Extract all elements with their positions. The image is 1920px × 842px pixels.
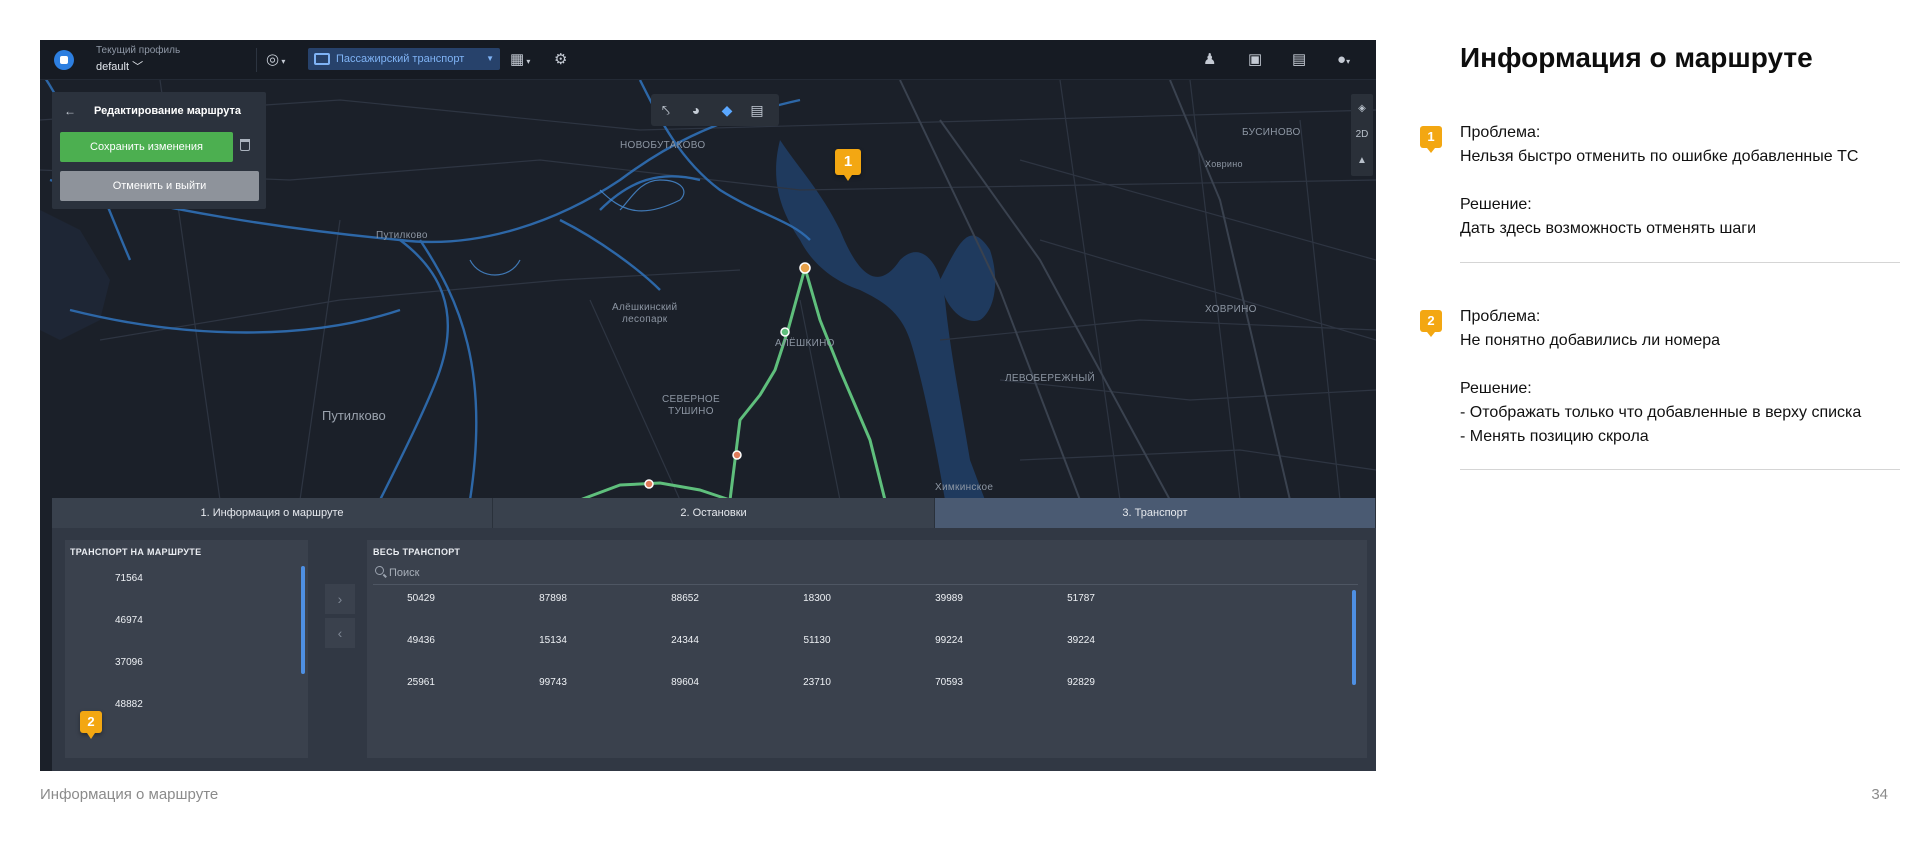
table-cell[interactable]: 99224 bbox=[909, 635, 989, 646]
note-2-solution-label: Решение: bbox=[1460, 380, 1532, 397]
divider bbox=[256, 48, 257, 72]
users-icon[interactable]: ♟ bbox=[1203, 50, 1216, 70]
table-cell[interactable]: 51787 bbox=[1041, 593, 1121, 604]
table-cell[interactable]: 39224 bbox=[1041, 635, 1121, 646]
note-1-problem-label: Проблема: bbox=[1460, 124, 1541, 141]
note-2-problem: Не понятно добавились ли номера bbox=[1460, 332, 1721, 349]
table-cell[interactable]: 99743 bbox=[513, 677, 593, 688]
layers-icon[interactable]: ◈ bbox=[1351, 96, 1373, 122]
speed-gauge-icon[interactable]: ◕ bbox=[687, 101, 705, 119]
note-1-solution-label: Решение: bbox=[1460, 196, 1532, 213]
table-cell[interactable]: 70593 bbox=[909, 677, 989, 688]
cancel-and-exit-button[interactable]: Отменить и выйти bbox=[60, 171, 259, 201]
user-avatar-icon[interactable]: ●▾ bbox=[1337, 50, 1350, 70]
compass-icon[interactable]: ▲ bbox=[1351, 148, 1373, 174]
chevron-down-icon: ▼ bbox=[486, 54, 494, 63]
map-label-khovrino-small: Ховрино bbox=[1205, 159, 1243, 169]
route-branch-icon[interactable]: ⤣ bbox=[657, 101, 675, 119]
annotation-marker-1: 1 bbox=[835, 149, 861, 181]
search-icon bbox=[375, 566, 384, 575]
archive-icon[interactable]: ▣ bbox=[1248, 50, 1262, 70]
table-cell[interactable]: 23710 bbox=[777, 677, 857, 688]
note-divider bbox=[1460, 262, 1900, 263]
mode-2d-toggle[interactable]: 2D bbox=[1351, 122, 1373, 148]
table-cell[interactable]: 92829 bbox=[1041, 677, 1121, 688]
save-changes-button[interactable]: Сохранить изменения bbox=[60, 132, 233, 162]
search-field bbox=[373, 563, 1358, 585]
list-item[interactable]: 48882 bbox=[115, 699, 143, 710]
table-cell[interactable]: 18300 bbox=[777, 593, 857, 604]
table-cell[interactable]: 87898 bbox=[513, 593, 593, 604]
bus-front-icon[interactable]: ▤ bbox=[748, 101, 766, 119]
note-2-problem-label: Проблема: bbox=[1460, 308, 1541, 325]
route-list-scrollbar[interactable] bbox=[301, 566, 305, 674]
app-logo-icon[interactable] bbox=[54, 50, 74, 70]
table-cell[interactable]: 24344 bbox=[645, 635, 725, 646]
table-cell[interactable]: 88652 bbox=[645, 593, 725, 604]
note-divider bbox=[1460, 469, 1900, 470]
map-toolbar: ⤣ ◕ ◆ ▤ bbox=[651, 94, 779, 126]
map-label-khovrino: ХОВРИНО bbox=[1205, 304, 1257, 315]
profile-selector[interactable]: default ﹀ bbox=[96, 58, 143, 74]
edit-panel-title: Редактирование маршрута bbox=[94, 105, 242, 117]
table-cell[interactable]: 25961 bbox=[381, 677, 461, 688]
page-number: 34 bbox=[1871, 786, 1888, 803]
all-transport-table: ВЕСЬ ТРАНСПОРТ 50429 87898 88652 18300 3… bbox=[367, 540, 1367, 758]
back-arrow-icon[interactable]: ← bbox=[64, 104, 76, 118]
note-1-solution: Дать здесь возможность отменять шаги bbox=[1460, 220, 1757, 237]
map-label-busino: БУСИНОВО bbox=[1242, 127, 1301, 138]
map-label-severnoe-tushino: СЕВЕРНОЕ ТУШИНО bbox=[662, 394, 720, 417]
note-2-solution-line-2: - Менять позицию скрола bbox=[1460, 428, 1649, 445]
top-bar: Текущий профиль default ﹀ ◎ ▾ Пассажирск… bbox=[40, 40, 1376, 80]
transport-selector-label: Пассажирский транспорт bbox=[336, 53, 465, 65]
stop-diamond-icon[interactable]: ◆ bbox=[718, 101, 736, 119]
note-1-problem: Нельзя быстро отменить по ошибке добавле… bbox=[1460, 148, 1859, 165]
move-right-button[interactable]: › bbox=[325, 584, 355, 614]
table-cell[interactable]: 39989 bbox=[909, 593, 989, 604]
move-left-button[interactable]: ‹ bbox=[325, 618, 355, 648]
tab-route-info[interactable]: 1. Информация о маршруте bbox=[52, 498, 493, 528]
list-item[interactable]: 37096 bbox=[115, 657, 143, 668]
note-number-1: 1 bbox=[1420, 126, 1442, 153]
route-tabs: 1. Информация о маршруте 2. Остановки 3.… bbox=[52, 498, 1376, 528]
list-item[interactable]: 46974 bbox=[115, 615, 143, 626]
map-label-aleshkinsky-park: Алёшкинский лесопарк bbox=[612, 302, 678, 325]
footer-title: Информация о маршруте bbox=[40, 786, 219, 803]
route-edit-panel: ← Редактирование маршрута Сохранить изме… bbox=[52, 92, 266, 209]
map-label-novobutakovo: НОВОБУТАКОВО bbox=[620, 140, 706, 151]
table-cell[interactable]: 51130 bbox=[777, 635, 857, 646]
note-2-solution-line-1: - Отображать только что добавленные в ве… bbox=[1460, 404, 1862, 421]
search-input[interactable] bbox=[389, 564, 689, 582]
table-cell[interactable]: 89604 bbox=[645, 677, 725, 688]
table-cell[interactable]: 50429 bbox=[381, 593, 461, 604]
note-number-2: 2 bbox=[1420, 310, 1442, 337]
all-transport-title: ВЕСЬ ТРАНСПОРТ bbox=[373, 547, 461, 557]
clipboard-icon[interactable]: ▤ bbox=[1292, 50, 1306, 70]
map-controls: ◈ 2D ▲ bbox=[1351, 94, 1373, 176]
info-title: Информация о маршруте bbox=[1460, 42, 1813, 73]
vehicle-settings-icon[interactable]: ⚙ bbox=[554, 50, 567, 70]
tab-stops[interactable]: 2. Остановки bbox=[493, 498, 935, 528]
table-cell[interactable]: 15134 bbox=[513, 635, 593, 646]
globe-icon[interactable]: ◎ ▾ bbox=[266, 50, 285, 70]
all-transport-scrollbar[interactable] bbox=[1352, 590, 1356, 685]
map-label-aleshkino: АЛЁШКИНО bbox=[775, 338, 835, 349]
route-transport-title: ТРАНСПОРТ НА МАРШРУТЕ bbox=[70, 547, 202, 557]
tab-transport[interactable]: 3. Транспорт bbox=[935, 498, 1376, 528]
layout-grid-icon[interactable]: ▦ ▾ bbox=[510, 50, 530, 70]
profile-caption: Текущий профиль bbox=[96, 45, 181, 56]
screenshot-frame: НОВОБУТАКОВО БУСИНОВО Ховрино Путилково … bbox=[40, 40, 1376, 771]
annotation-marker-2: 2 bbox=[80, 711, 102, 739]
trash-icon[interactable] bbox=[240, 139, 250, 151]
map-label-khimkinskoe: Химкинское bbox=[935, 482, 994, 493]
map-label-putilkovo-small: Путилково bbox=[376, 230, 428, 241]
bus-icon bbox=[314, 53, 330, 65]
map-label-levoberezhny: ЛЕВОБЕРЕЖНЫЙ bbox=[1005, 373, 1096, 384]
list-item[interactable]: 71564 bbox=[115, 573, 143, 584]
transport-panel: ТРАНСПОРТ НА МАРШРУТЕ 71564 46974 37096 … bbox=[52, 528, 1376, 771]
map-label-putilkovo: Путилково bbox=[322, 408, 386, 423]
transport-selector[interactable]: Пассажирский транспорт ▼ bbox=[308, 48, 500, 70]
table-cell[interactable]: 49436 bbox=[381, 635, 461, 646]
